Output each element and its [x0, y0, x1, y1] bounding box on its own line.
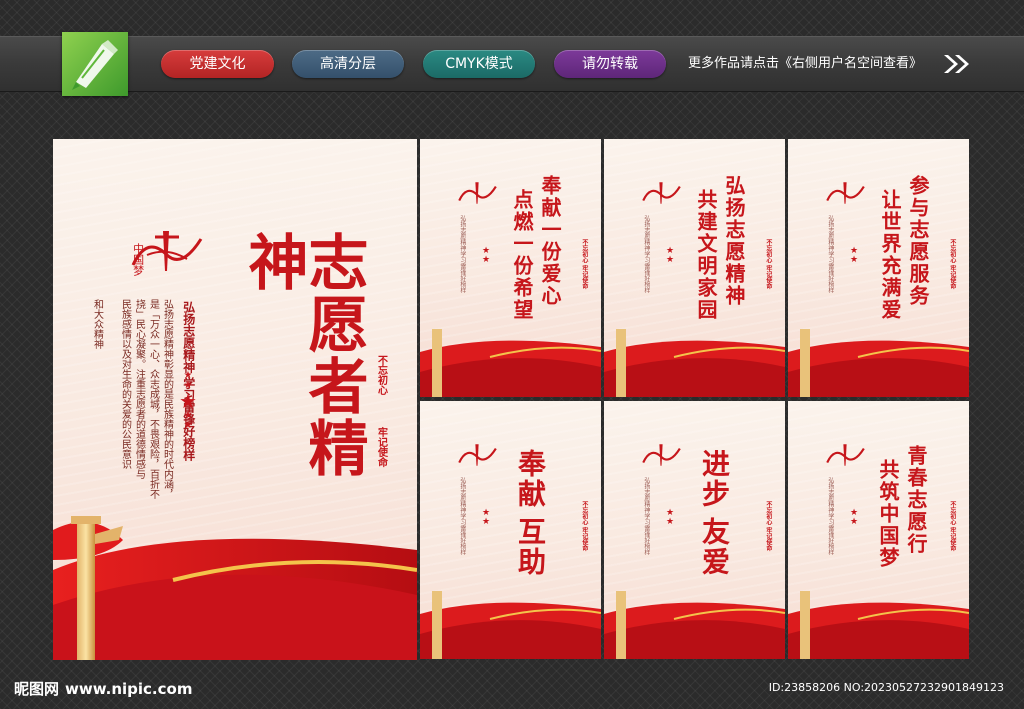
red-ribbon-decoration [420, 329, 601, 397]
main-poster: 中国梦 志愿者精神 弘扬志愿精神 学习雷锋好榜样 ★ ★ ★ ★ ★ 弘扬志愿精神彰显的… [53, 139, 417, 660]
small-poster-5: 进步 友爱 ★ ★ 弘扬志愿精神学习雷锋好榜样 不忘初心 牢记使命 [604, 401, 785, 659]
small-poster-4-title-2: 互助 [514, 517, 547, 577]
small-poster-2: 弘扬志愿精神 共建文明家园 ★ ★ 弘扬志愿精神学习雷锋好榜样 不忘初心 牢记使命 [604, 139, 785, 397]
small-poster-body: 弘扬志愿精神学习雷锋好榜样 [642, 477, 650, 555]
small-poster-body: 弘扬志愿精神学习雷锋好榜样 [642, 215, 650, 293]
red-ribbon-decoration [53, 516, 417, 660]
main-poster-title: 志愿者精神 [238, 231, 368, 479]
small-poster-body: 弘扬志愿精神学习雷锋好榜样 [458, 477, 466, 555]
red-ribbon-decoration [788, 329, 969, 397]
small-poster-5-title-2: 友爱 [698, 517, 731, 577]
small-poster-1-title-1: 奉献一份爱心 [538, 175, 562, 307]
seal-text: 不忘初心 牢记使命 [764, 239, 772, 290]
small-poster-3: 参与志愿服务 让世界充满爱 ★ ★ 弘扬志愿精神学习雷锋好榜样 不忘初心 牢记使命 [788, 139, 969, 397]
small-poster-5-title-1: 进步 [698, 449, 731, 509]
red-ribbon-decoration [420, 591, 601, 659]
star-decoration: ★ ★ [482, 246, 491, 265]
site-url: www.nipic.com [65, 680, 193, 698]
tag-no-repost[interactable]: 请勿转载 [554, 50, 666, 78]
red-ribbon-decoration [788, 591, 969, 659]
seal-text-left: 不忘初心 [375, 355, 387, 395]
small-poster-6: 青春志愿行 共筑中国梦 ★ ★ 弘扬志愿精神学习雷锋好榜样 不忘初心 牢记使命 [788, 401, 969, 659]
seal-text: 不忘初心 牢记使命 [580, 239, 588, 290]
china-dream-logo-icon [458, 182, 497, 204]
small-poster-1: 奉献一份爱心 点燃一份希望 ★ ★ 弘扬志愿精神学习雷锋好榜样 不忘初心 牢记使命 [420, 139, 601, 397]
china-dream-logo-icon [458, 444, 497, 466]
main-poster-body-4: 民族感情以及对生命的关爱的公民意识 [119, 299, 131, 469]
seal-text: 不忘初心 牢记使命 [948, 239, 956, 290]
logo-text: 中国梦 [131, 243, 145, 276]
image-id: ID:23858206 NO:20230527232901849123 [768, 681, 1004, 694]
site-name: 昵图网 [14, 680, 60, 698]
pen-nib-icon [72, 40, 118, 90]
china-dream-logo-icon [826, 182, 865, 204]
small-poster-6-title-2: 共筑中国梦 [876, 459, 900, 569]
star-decoration: ★ ★ ★ ★ ★ [179, 370, 197, 431]
star-decoration: ★ ★ [666, 246, 675, 265]
main-poster-body-2: 是「万众一心、众志成城，不畏艰险，百折不 [147, 299, 159, 499]
star-decoration: ★ ★ [482, 508, 491, 527]
china-dream-logo-icon [642, 444, 681, 466]
red-ribbon-decoration [604, 591, 785, 659]
small-poster-body: 弘扬志愿精神学习雷锋好榜样 [826, 477, 834, 555]
seal-text: 不忘初心 牢记使命 [948, 501, 956, 552]
seal-text: 不忘初心 牢记使命 [580, 501, 588, 552]
main-poster-body-1: 弘扬志愿精神彰显的是民族精神的时代内涵， [161, 299, 173, 499]
small-poster-3-title-1: 参与志愿服务 [906, 175, 930, 307]
tag-hd-layers[interactable]: 高清分层 [292, 50, 404, 78]
small-poster-4: 奉献 互助 ★ ★ 弘扬志愿精神学习雷锋好榜样 不忘初心 牢记使命 [420, 401, 601, 659]
seal-text: 不忘初心 牢记使命 [764, 501, 772, 552]
small-poster-1-title-2: 点燃一份希望 [510, 189, 534, 321]
star-decoration: ★ ★ [850, 246, 859, 265]
star-decoration: ★ ★ [666, 508, 675, 527]
small-poster-6-title-1: 青春志愿行 [904, 445, 928, 555]
red-ribbon-decoration [604, 329, 785, 397]
small-poster-body: 弘扬志愿精神学习雷锋好榜样 [826, 215, 834, 293]
small-poster-4-title-1: 奉献 [514, 449, 547, 509]
seal-text-right: 牢记使命 [375, 427, 387, 467]
small-poster-2-title-1: 弘扬志愿精神 [722, 175, 746, 307]
small-poster-2-title-2: 共建文明家园 [694, 189, 718, 321]
tag-cmyk-mode[interactable]: CMYK模式 [423, 50, 535, 78]
tag-party-culture[interactable]: 党建文化 [161, 50, 274, 78]
more-works-link[interactable]: 更多作品请点击《右侧用户名空间查看》 [688, 55, 922, 73]
china-dream-logo-icon [826, 444, 865, 466]
site-logo[interactable] [62, 32, 128, 96]
main-poster-body-3: 挠」民心凝聚。注重志愿者的道德情感与 [133, 299, 145, 479]
small-poster-body: 弘扬志愿精神学习雷锋好榜样 [458, 215, 466, 293]
double-chevron-right-icon[interactable] [942, 53, 972, 75]
star-decoration: ★ ★ [850, 508, 859, 527]
china-dream-logo-icon [642, 182, 681, 204]
site-watermark: 昵图网 www.nipic.com [14, 678, 192, 699]
main-poster-body-5: 和大众精神 [91, 299, 103, 349]
small-poster-3-title-2: 让世界充满爱 [878, 189, 902, 321]
